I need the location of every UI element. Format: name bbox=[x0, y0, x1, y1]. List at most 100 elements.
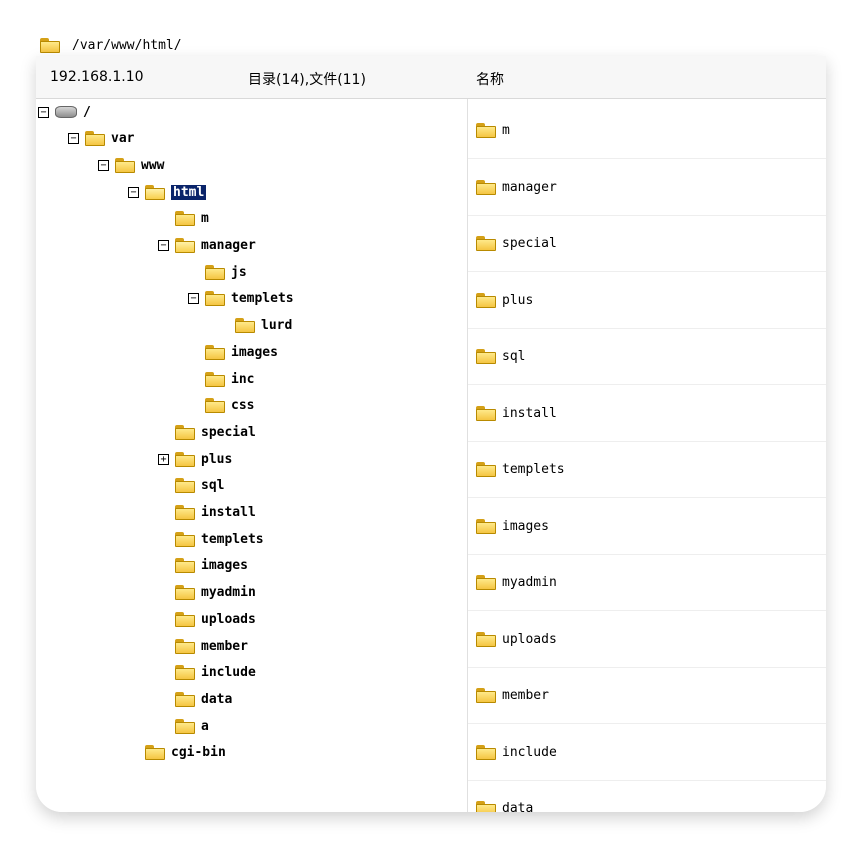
name-column-header[interactable]: 名称 bbox=[476, 69, 504, 89]
tree-item[interactable]: js bbox=[188, 261, 247, 283]
tree-item-label: / bbox=[83, 104, 91, 120]
file-list-item[interactable]: templets bbox=[468, 442, 826, 498]
tree-item[interactable]: special bbox=[158, 421, 256, 443]
directory-summary: 目录(14),文件(11) bbox=[248, 72, 366, 88]
folder-icon bbox=[205, 264, 225, 280]
file-list-item-label: include bbox=[502, 744, 557, 760]
tree-item[interactable]: images bbox=[158, 555, 248, 577]
open-folder-icon bbox=[175, 238, 195, 253]
tree-item[interactable]: m bbox=[158, 208, 209, 230]
tree-item-label: special bbox=[201, 424, 256, 440]
tree-item[interactable]: include bbox=[158, 662, 256, 684]
tree-item[interactable]: myadmin bbox=[158, 582, 256, 604]
folder-icon bbox=[175, 211, 195, 227]
folder-icon bbox=[175, 691, 195, 707]
folder-icon bbox=[235, 318, 255, 334]
collapse-icon[interactable]: − bbox=[98, 159, 109, 171]
file-list-item[interactable]: data bbox=[468, 781, 826, 812]
tree-item[interactable]: data bbox=[158, 688, 232, 710]
drive-icon bbox=[55, 106, 77, 118]
tree-item-label: sql bbox=[201, 478, 225, 494]
collapse-icon[interactable]: − bbox=[128, 186, 139, 198]
file-list-item[interactable]: install bbox=[468, 386, 826, 442]
collapse-icon[interactable]: − bbox=[188, 293, 199, 305]
tree-item[interactable]: templets bbox=[158, 528, 264, 550]
file-list-item-label: special bbox=[502, 236, 557, 251]
file-list-item-label: data bbox=[502, 801, 534, 812]
tree-item[interactable]: + plus bbox=[158, 448, 232, 470]
file-list-item-label: uploads bbox=[502, 631, 557, 647]
tree-item-label: data bbox=[201, 691, 233, 707]
file-list-item-label: sql bbox=[502, 349, 526, 364]
folder-icon bbox=[175, 718, 195, 734]
file-list-item-label: plus bbox=[502, 292, 534, 308]
directory-tree: − / − var − www − html m − manager js − templets lurd i… bbox=[36, 99, 468, 812]
tree-item-label: install bbox=[201, 505, 256, 520]
tree-item-label: plus bbox=[201, 451, 233, 467]
folder-icon bbox=[115, 157, 135, 173]
file-list-item[interactable]: images bbox=[468, 499, 826, 555]
tree-item[interactable]: − templets bbox=[188, 288, 294, 310]
folder-icon bbox=[175, 451, 195, 467]
file-list-item[interactable]: plus bbox=[468, 273, 826, 329]
file-list-item[interactable]: sql bbox=[468, 329, 826, 385]
tree-item-label: www bbox=[141, 157, 165, 173]
folder-icon bbox=[476, 688, 496, 703]
tree-item[interactable]: − manager bbox=[158, 235, 256, 257]
file-list-item-label: images bbox=[502, 518, 549, 534]
expand-icon[interactable]: + bbox=[158, 453, 169, 465]
folder-icon bbox=[175, 478, 195, 494]
tree-item-label: myadmin bbox=[201, 585, 256, 601]
tree-item-label: inc bbox=[231, 371, 255, 387]
tree-item[interactable]: cgi-bin bbox=[128, 742, 226, 764]
tree-item-label: js bbox=[231, 264, 247, 280]
file-list-item[interactable]: manager bbox=[468, 160, 826, 216]
tree-item-label: templets bbox=[201, 531, 264, 547]
current-path: /var/www/html/ bbox=[72, 37, 182, 53]
tree-item-label: member bbox=[201, 638, 248, 654]
tree-item[interactable]: sql bbox=[158, 475, 224, 497]
collapse-icon[interactable]: − bbox=[38, 106, 49, 118]
folder-icon bbox=[175, 424, 195, 440]
folder-icon bbox=[476, 631, 496, 647]
folder-icon bbox=[476, 123, 496, 138]
tree-item[interactable]: install bbox=[158, 502, 256, 524]
file-list-item-label: templets bbox=[502, 462, 565, 477]
folder-icon bbox=[476, 179, 496, 195]
file-list-item[interactable]: member bbox=[468, 668, 826, 724]
tree-item[interactable]: − html bbox=[128, 181, 208, 203]
file-list-item[interactable]: special bbox=[468, 216, 826, 272]
folder-icon bbox=[205, 344, 225, 360]
folder-icon bbox=[175, 638, 195, 654]
folder-icon bbox=[476, 801, 496, 812]
tree-item-label: a bbox=[201, 718, 209, 734]
tree-item-label: templets bbox=[231, 291, 294, 307]
file-list-item[interactable]: myadmin bbox=[468, 555, 826, 611]
tree-item[interactable]: css bbox=[188, 395, 254, 417]
tree-item[interactable]: − var bbox=[68, 128, 134, 150]
file-list-item[interactable]: m bbox=[468, 103, 826, 159]
folder-icon bbox=[175, 611, 195, 627]
tree-item[interactable]: uploads bbox=[158, 608, 256, 630]
tree-item-label: var bbox=[111, 131, 135, 147]
file-list-item[interactable]: include bbox=[468, 725, 826, 781]
tree-item-label: images bbox=[201, 558, 248, 574]
tree-item[interactable]: inc bbox=[188, 368, 254, 390]
folder-icon bbox=[476, 292, 496, 308]
folder-icon bbox=[476, 349, 496, 364]
tree-item[interactable]: a bbox=[158, 715, 209, 737]
tree-item-label: m bbox=[201, 211, 209, 227]
tree-item[interactable]: member bbox=[158, 635, 248, 657]
open-folder-icon bbox=[145, 184, 165, 200]
tree-item[interactable]: images bbox=[188, 341, 278, 363]
tree-item[interactable]: lurd bbox=[218, 315, 292, 337]
folder-icon bbox=[205, 371, 225, 387]
collapse-icon[interactable]: − bbox=[68, 133, 79, 145]
tree-item-label: uploads bbox=[201, 611, 256, 627]
collapse-icon[interactable]: − bbox=[158, 240, 169, 251]
tree-item[interactable]: − www bbox=[98, 154, 164, 176]
tree-item[interactable]: − / bbox=[38, 101, 91, 123]
file-list-item[interactable]: uploads bbox=[468, 612, 826, 668]
tree-item-label: images bbox=[231, 344, 278, 360]
file-list-item-label: install bbox=[502, 405, 557, 421]
